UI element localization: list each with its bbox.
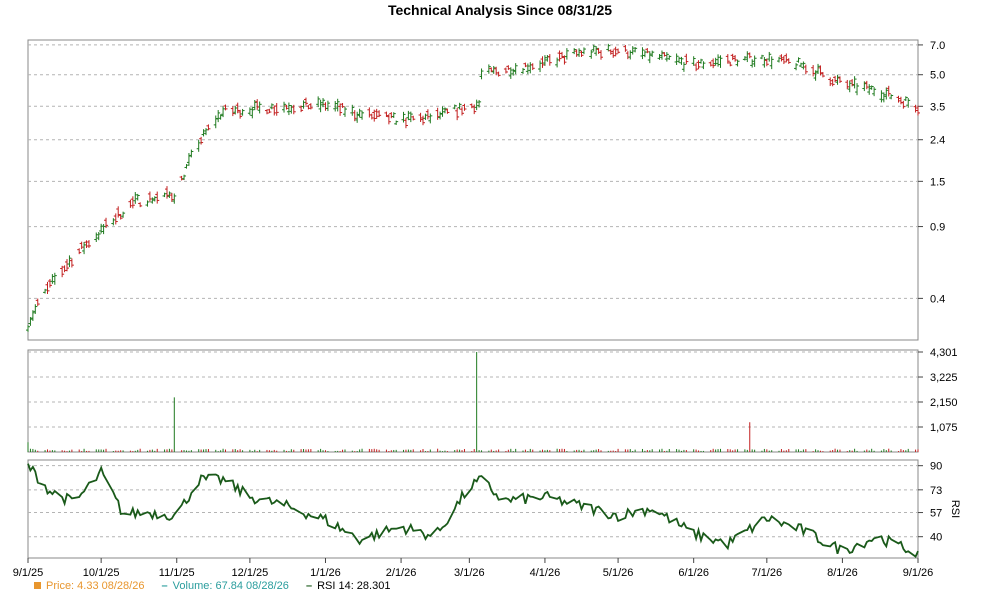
x-tick-label: 5/1/26 <box>603 567 634 579</box>
rsi-tick-label: 90 <box>930 461 942 473</box>
x-tick-label: 6/1/26 <box>678 567 709 579</box>
legend-rsi: – RSI 14: 28.301 <box>306 580 391 592</box>
legend-price-text: Price: 4.33 08/28/26 <box>46 580 145 592</box>
rsi-tick-label: 73 <box>930 485 942 497</box>
legend-volume: – Volume: 67.84 08/28/26 <box>162 580 292 592</box>
x-tick-label: 12/1/25 <box>232 567 269 579</box>
rsi-panel-frame <box>27 459 919 559</box>
rsi-tick-label: 40 <box>930 532 942 544</box>
price-tick-label: 5.0 <box>930 70 945 82</box>
volume-tick-label: 1,075 <box>930 422 958 434</box>
legend: Price: 4.33 08/28/26 – Volume: 67.84 08/2… <box>34 580 404 592</box>
x-tick-label: 2/1/26 <box>386 567 417 579</box>
x-tick-label: 3/1/26 <box>454 567 485 579</box>
price-tick-label: 0.4 <box>930 293 945 305</box>
legend-rsi-text: RSI 14: 28.301 <box>317 580 391 592</box>
price-tick-label: 3.5 <box>930 101 945 113</box>
technical-analysis-chart: 7.0 5.0 3.5 2.4 1.5 0.9 0.4 4,301 3,225 2,150 1,07… <box>13 39 961 579</box>
price-tick-label: 7.0 <box>930 40 945 52</box>
rsi-tick-label: 57 <box>930 508 942 520</box>
x-tick-label: 9/1/25 <box>13 567 44 579</box>
legend-volume-text: Volume: 67.84 08/28/26 <box>172 580 289 592</box>
volume-panel-frame <box>27 349 919 453</box>
x-tick-label: 9/1/26 <box>903 567 934 579</box>
legend-price: Price: 4.33 08/28/26 <box>34 580 148 592</box>
x-tick-label: 10/1/25 <box>83 567 120 579</box>
legend-volume-swatch: – <box>161 580 168 592</box>
x-tick-label: 11/1/25 <box>159 567 195 579</box>
x-tick-label: 8/1/26 <box>827 567 858 579</box>
price-tick-label: 2.4 <box>930 135 945 147</box>
price-tick-label: 1.5 <box>930 176 945 188</box>
rsi-line <box>27 463 919 558</box>
volume-tick-label: 3,225 <box>930 372 958 384</box>
volume-tick-label: 4,301 <box>930 347 958 359</box>
price-panel-frame <box>27 39 919 341</box>
x-tick-label: 1/1/26 <box>310 567 341 579</box>
legend-price-swatch <box>34 582 41 589</box>
volume-tick-label: 2,150 <box>930 397 958 409</box>
x-tick-label: 4/1/26 <box>530 567 561 579</box>
legend-rsi-swatch: – <box>305 580 313 592</box>
rsi-axis-label: RSI <box>949 500 961 518</box>
price-tick-label: 0.9 <box>930 222 945 234</box>
x-tick-label: 7/1/26 <box>752 567 783 579</box>
